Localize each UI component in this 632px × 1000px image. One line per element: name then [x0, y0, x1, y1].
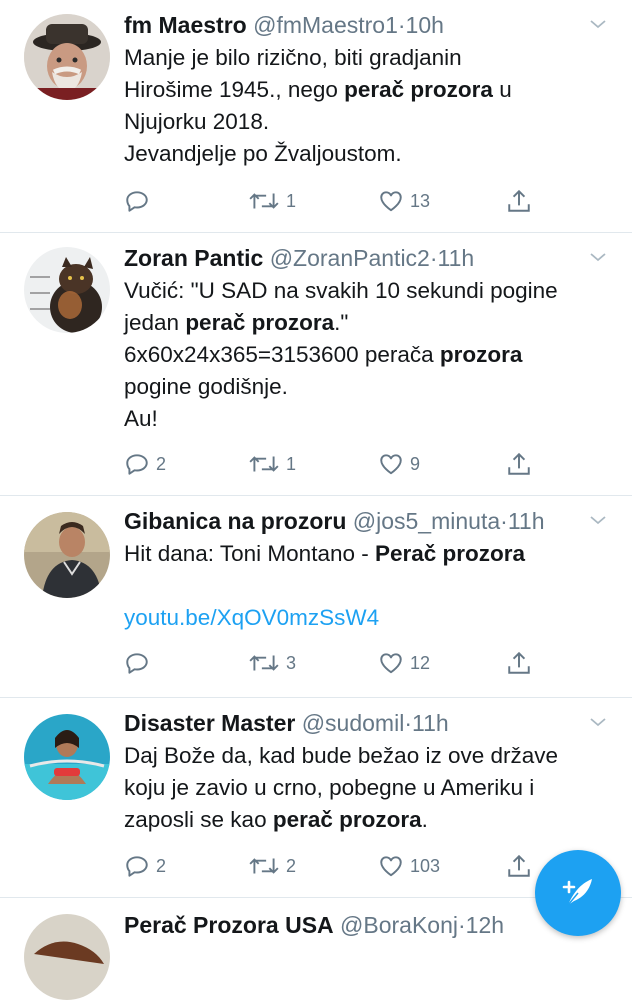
heart-icon: [378, 451, 404, 477]
tweet-text: Daj Bože da, kad bude bežao iz ove držav…: [124, 743, 559, 832]
compose-tweet-button[interactable]: [535, 850, 621, 936]
retweet-count: 2: [286, 855, 297, 876]
author-name[interactable]: Gibanica na prozoru: [124, 508, 346, 534]
separator-dot: ·: [397, 12, 406, 38]
avatar[interactable]: [24, 714, 110, 800]
reply-button[interactable]: 2: [124, 449, 166, 479]
timestamp[interactable]: 11h: [412, 710, 449, 736]
author-handle[interactable]: @ZoranPantic2: [270, 245, 430, 271]
like-count: 103: [410, 855, 441, 876]
reply-count: 2: [156, 453, 167, 474]
tweet[interactable]: Gibanica na prozoru @jos5_minuta·11h Hit…: [0, 496, 632, 698]
separator-dot: ·: [429, 245, 438, 271]
chevron-down-icon[interactable]: [586, 245, 610, 269]
retweet-icon: [248, 650, 280, 676]
like-count: 13: [410, 190, 431, 211]
author-handle[interactable]: @fmMaestro1: [253, 12, 398, 38]
like-button[interactable]: 13: [378, 186, 430, 216]
reply-icon: [124, 853, 150, 879]
author-name[interactable]: Zoran Pantic: [124, 245, 263, 271]
timestamp[interactable]: 11h: [508, 508, 545, 534]
timestamp[interactable]: 11h: [438, 245, 475, 271]
share-icon: [506, 188, 532, 214]
retweet-count: 1: [286, 453, 297, 474]
separator-dot: ·: [404, 710, 412, 736]
like-button[interactable]: 9: [378, 449, 420, 479]
tweet-text: Manje je bilo rizično, biti gradjanin Hi…: [124, 45, 512, 166]
retweet-button[interactable]: 1: [248, 186, 296, 216]
heart-icon: [378, 650, 404, 676]
tweet[interactable]: Disaster Master @sudomil·11h Daj Bože da…: [0, 698, 632, 898]
like-count: 9: [410, 453, 421, 474]
tweet-text: Vučić: "U SAD na svakih 10 sekundi pogin…: [124, 278, 558, 431]
retweet-icon: [248, 451, 280, 477]
timestamp[interactable]: 10h: [406, 12, 444, 38]
retweet-icon: [248, 853, 280, 879]
retweet-count: 3: [286, 652, 297, 673]
avatar[interactable]: [24, 247, 110, 333]
tweet-text: Hit dana: Toni Montano - Perač prozora y…: [124, 541, 526, 630]
timestamp[interactable]: 12h: [466, 912, 504, 938]
retweet-button[interactable]: 1: [248, 449, 296, 479]
author-handle[interactable]: @BoraKonj: [340, 912, 458, 938]
author-handle[interactable]: @sudomil: [302, 710, 405, 736]
compose-tweet-icon: [562, 879, 592, 906]
separator-dot: ·: [458, 912, 466, 938]
reply-button[interactable]: 2: [124, 851, 166, 881]
author-name[interactable]: fm Maestro: [124, 12, 247, 38]
tweet-link[interactable]: youtu.be/XqOV0mzSsW4: [124, 605, 379, 630]
share-button[interactable]: [506, 449, 532, 479]
like-button[interactable]: 12: [378, 648, 430, 678]
reply-icon: [124, 451, 150, 477]
like-button[interactable]: 103: [378, 851, 440, 881]
avatar[interactable]: [24, 512, 110, 598]
author-name[interactable]: Disaster Master: [124, 710, 295, 736]
author-handle[interactable]: @jos5_minuta: [353, 508, 500, 534]
share-icon: [506, 451, 532, 477]
retweet-count: 1: [286, 190, 297, 211]
avatar[interactable]: [24, 14, 110, 100]
separator-dot: ·: [500, 508, 508, 534]
reply-button[interactable]: [124, 186, 156, 216]
retweet-button[interactable]: 3: [248, 648, 296, 678]
retweet-button[interactable]: 2: [248, 851, 296, 881]
share-button[interactable]: [506, 186, 532, 216]
heart-icon: [378, 188, 404, 214]
tweet[interactable]: fm Maestro @fmMaestro1·10h Manje je bilo…: [0, 0, 632, 233]
share-icon: [506, 650, 532, 676]
tweet[interactable]: Zoran Pantic @ZoranPantic2·11h Vučić: "U…: [0, 233, 632, 496]
author-name[interactable]: Perač Prozora USA: [124, 912, 334, 938]
avatar[interactable]: [24, 914, 110, 1000]
reply-icon: [124, 650, 150, 676]
share-icon: [506, 853, 532, 879]
like-count: 12: [410, 652, 431, 673]
retweet-icon: [248, 188, 280, 214]
reply-count: 2: [156, 855, 167, 876]
reply-button[interactable]: [124, 648, 156, 678]
share-button[interactable]: [506, 648, 532, 678]
chevron-down-icon[interactable]: [586, 710, 610, 734]
share-button[interactable]: [506, 851, 532, 881]
chevron-down-icon[interactable]: [586, 508, 610, 532]
chevron-down-icon[interactable]: [586, 12, 610, 36]
heart-icon: [378, 853, 404, 879]
reply-icon: [124, 188, 150, 214]
